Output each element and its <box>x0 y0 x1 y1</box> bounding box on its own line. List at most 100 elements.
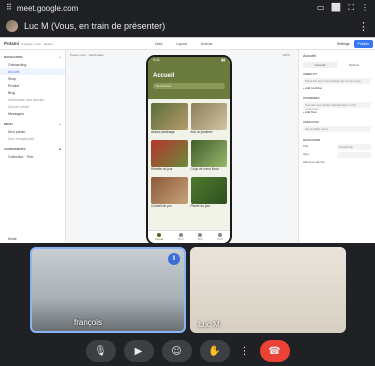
tile-caption: Astuce jardinage <box>151 130 175 134</box>
microphone-button[interactable]: 🎙 <box>85 340 116 362</box>
fullscreen-icon[interactable]: ⛶ <box>348 4 354 12</box>
camera-button[interactable]: ▶ <box>123 340 154 362</box>
nav-item[interactable]: Onboarding <box>0 61 65 68</box>
publish-button[interactable]: Publish <box>353 39 373 48</box>
nav-item[interactable]: Messages <box>0 110 65 117</box>
tab-options[interactable]: Options <box>337 62 371 68</box>
nav-title-input[interactable]: Default title <box>337 144 371 150</box>
browser-toolbar: ▭ ⬜ ⛶ ⋮ <box>317 4 369 12</box>
more-options-icon[interactable]: ⋮ <box>358 20 369 33</box>
raise-hand-button[interactable]: ✋ <box>199 340 230 362</box>
leave-call-button[interactable]: ☎ <box>259 340 290 362</box>
reactions-button[interactable]: ☺ <box>161 340 192 362</box>
menu-heading: MENU + <box>4 122 61 126</box>
presenter-avatar <box>6 20 18 32</box>
nav-item[interactable]: Shop <box>0 75 65 82</box>
tab-data[interactable]: Data <box>155 42 162 46</box>
tile-card[interactable]: Plante du jour <box>190 177 227 212</box>
hand-icon: ✋ <box>208 345 221 357</box>
mode-toggle[interactable]: Mode <box>0 235 25 242</box>
nav-heading: NAVIGATION + <box>4 55 61 59</box>
phone-header: Accueil Rechercher <box>148 65 230 99</box>
menu-item[interactable]: Mon récapitulatif <box>0 135 65 142</box>
component-item[interactable]: Collection · Tirer <box>0 153 65 160</box>
tile-image <box>151 103 188 130</box>
tab-shop[interactable]: Shop <box>178 233 183 241</box>
right-panel-title: Accueil <box>303 53 316 58</box>
phone-time: 9:41 <box>153 58 160 62</box>
nav-slug-input[interactable] <box>337 152 371 158</box>
editor-actions: Settings Publish <box>337 39 373 48</box>
phone-preview[interactable]: 9:41 ▮▮ Accueil Rechercher Astuce jardin… <box>146 55 232 243</box>
nav-slug-row: Slug <box>303 152 371 158</box>
phone-title: Accueil <box>153 73 175 79</box>
tile-image <box>151 140 188 167</box>
overrides-heading: OVERRIDES <box>303 96 320 100</box>
tile-image <box>190 177 227 204</box>
tile-image <box>190 103 227 130</box>
tab-general[interactable]: General <box>303 62 337 68</box>
add-condition-button[interactable]: + Add condition <box>303 86 371 90</box>
tile-caption: Plante du jour <box>190 204 211 208</box>
participant-name: françois <box>74 318 103 327</box>
tile-card[interactable]: Ami du jardinier <box>190 103 227 138</box>
tab-blog[interactable]: Blog <box>198 233 203 241</box>
presenting-label: Luc M (Vous, en train de présenter) <box>24 21 166 31</box>
tile-card[interactable]: Conseil de pro <box>151 177 188 212</box>
apps-grid-icon[interactable]: ⠿ <box>6 4 12 12</box>
participant-tile[interactable]: ⦀ françois <box>30 247 186 333</box>
participant-tile[interactable]: Luc M <box>190 247 346 333</box>
battery-icon: ▮▮ <box>221 58 225 62</box>
right-panel: Accueil General Options VISIBILITY Show … <box>298 50 375 243</box>
tile-grid: Astuce jardinage Ami du jardinier Recett… <box>148 99 230 212</box>
phone-status-bar: 9:41 ▮▮ <box>148 57 230 65</box>
nav-title-row: Title Default title <box>303 144 371 150</box>
home-icon <box>157 233 162 237</box>
call-controls: 🎙 ▶ ☺ ✋ ⋮ ☎ <box>0 336 375 366</box>
project-name[interactable]: Potami <box>4 41 19 46</box>
speaking-indicator-icon: ⦀ <box>168 253 180 265</box>
tab-profil[interactable]: Profil <box>217 233 223 241</box>
video-icon[interactable]: ▭ <box>317 4 325 12</box>
participant-tiles: ⦀ françois Luc M <box>0 244 375 334</box>
overrides-text: Override and replace placeholders in thi… <box>303 102 371 111</box>
phone-search-input[interactable]: Rechercher <box>153 83 225 89</box>
nav-item[interactable]: Nouvel article <box>0 103 65 110</box>
share-screen-icon[interactable]: ⬜ <box>331 4 341 12</box>
tile-caption: Conseil de pro <box>151 204 172 208</box>
more-vert-icon: ⋮ <box>239 345 250 357</box>
nav-item[interactable]: Information des articles <box>0 96 65 103</box>
tile-card[interactable]: Astuce jardinage <box>151 103 188 138</box>
nav-item-active[interactable]: Accueil <box>0 68 65 75</box>
browser-url[interactable]: meet.google.com <box>17 4 78 13</box>
navigation-section: NAVIGATION Title Default title Slug Hide … <box>299 136 375 166</box>
user-data-section: USER DATA Set as Table name <box>299 118 375 134</box>
tab-layout[interactable]: Layout <box>176 42 187 46</box>
hide-tab-row[interactable]: Hide from tab bar <box>303 160 371 164</box>
user-data-field[interactable]: Set as Table name <box>303 126 371 132</box>
tile-caption: Recette du jour <box>151 167 173 171</box>
tile-card[interactable]: Coup de cœur floral <box>190 140 227 175</box>
right-panel-tabs: General Options <box>303 62 371 68</box>
nav-item[interactable]: Produit <box>0 82 65 89</box>
tab-accueil[interactable]: Accueil <box>155 233 163 241</box>
hangup-icon: ☎ <box>268 345 281 357</box>
left-panel: NAVIGATION + Onboarding Accueil Shop Prod… <box>0 50 66 243</box>
more-options-button[interactable]: ⋮ <box>238 340 252 362</box>
editor-tabs: Data Layout Actions <box>155 42 212 46</box>
visibility-heading: VISIBILITY <box>303 72 318 76</box>
settings-button[interactable]: Settings <box>337 42 350 46</box>
tile-caption: Ami du jardinier <box>190 130 213 134</box>
browser-top-bar: ⠿ meet.google.com ▭ ⬜ ⛶ ⋮ <box>0 0 375 16</box>
nav-item[interactable]: Blog <box>0 89 65 96</box>
zoom-level[interactable]: 100% <box>282 53 290 57</box>
phone-tab-bar: Accueil Shop Blog Profil <box>148 230 230 243</box>
more-icon[interactable]: ⋮ <box>361 4 369 12</box>
add-row-button[interactable]: + Add Row <box>303 110 371 114</box>
tab-actions[interactable]: Actions <box>201 42 212 46</box>
shop-icon <box>178 233 183 237</box>
tile-image <box>151 177 188 204</box>
tile-card[interactable]: Recette du jour <box>151 140 188 175</box>
menu-item[interactable]: Mon panier <box>0 128 65 135</box>
project-sub: Collapse ·main · Master <box>21 41 53 46</box>
